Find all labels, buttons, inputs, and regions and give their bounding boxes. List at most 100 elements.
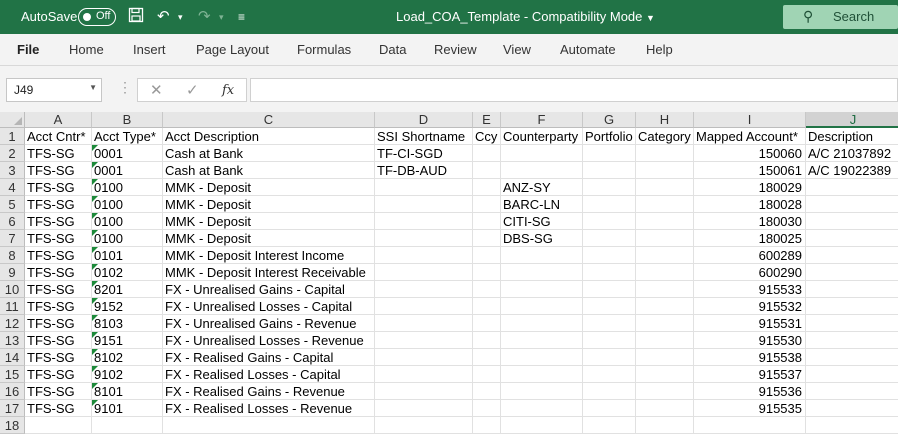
cell-g7[interactable] <box>583 230 636 247</box>
cell-a10[interactable]: TFS-SG <box>25 281 92 298</box>
cell-i6[interactable]: 180030 <box>694 213 806 230</box>
cell-f14[interactable] <box>501 349 583 366</box>
cell-d12[interactable] <box>375 315 473 332</box>
row-header-9[interactable]: 9 <box>0 264 25 281</box>
undo-dropdown-icon[interactable]: ▾ <box>178 7 183 27</box>
cell-b14[interactable]: 8102 <box>92 349 163 366</box>
cell-d2[interactable]: TF-CI-SGD <box>375 145 473 162</box>
cell-d4[interactable] <box>375 179 473 196</box>
cell-d5[interactable] <box>375 196 473 213</box>
cell-h4[interactable] <box>636 179 694 196</box>
cell-h13[interactable] <box>636 332 694 349</box>
cell-a15[interactable]: TFS-SG <box>25 366 92 383</box>
cell-e4[interactable] <box>473 179 501 196</box>
cell-e14[interactable] <box>473 349 501 366</box>
column-header-g[interactable]: G <box>583 112 636 128</box>
tab-file[interactable]: File <box>17 42 39 57</box>
cell-j5[interactable] <box>806 196 898 213</box>
column-header-f[interactable]: F <box>501 112 583 128</box>
cell-h15[interactable] <box>636 366 694 383</box>
cell-e13[interactable] <box>473 332 501 349</box>
cell-j13[interactable] <box>806 332 898 349</box>
cell-g2[interactable] <box>583 145 636 162</box>
cell-f8[interactable] <box>501 247 583 264</box>
cell-a14[interactable]: TFS-SG <box>25 349 92 366</box>
cell-f4[interactable]: ANZ-SY <box>501 179 583 196</box>
cell-g8[interactable] <box>583 247 636 264</box>
cell-h5[interactable] <box>636 196 694 213</box>
cell-i10[interactable]: 915533 <box>694 281 806 298</box>
enter-icon[interactable]: ✓ <box>186 81 199 99</box>
row-header-8[interactable]: 8 <box>0 247 25 264</box>
cell-d13[interactable] <box>375 332 473 349</box>
tab-view[interactable]: View <box>503 42 531 57</box>
cell-g17[interactable] <box>583 400 636 417</box>
cell-i4[interactable]: 180029 <box>694 179 806 196</box>
cell-c6[interactable]: MMK - Deposit <box>163 213 375 230</box>
cell-b2[interactable]: 0001 <box>92 145 163 162</box>
row-header-16[interactable]: 16 <box>0 383 25 400</box>
row-header-6[interactable]: 6 <box>0 213 25 230</box>
cell-c15[interactable]: FX - Realised Losses - Capital <box>163 366 375 383</box>
tab-formulas[interactable]: Formulas <box>297 42 351 57</box>
cell-d7[interactable] <box>375 230 473 247</box>
name-box[interactable]: J49 ▼ <box>6 78 102 102</box>
cell-b15[interactable]: 9102 <box>92 366 163 383</box>
row-header-15[interactable]: 15 <box>0 366 25 383</box>
cell-j15[interactable] <box>806 366 898 383</box>
cell-g16[interactable] <box>583 383 636 400</box>
row-header-1[interactable]: 1 <box>0 128 25 145</box>
cell-c18[interactable] <box>163 417 375 434</box>
cancel-icon[interactable]: ✕ <box>150 81 163 99</box>
cell-f7[interactable]: DBS-SG <box>501 230 583 247</box>
cell-h10[interactable] <box>636 281 694 298</box>
cell-d11[interactable] <box>375 298 473 315</box>
cell-j17[interactable] <box>806 400 898 417</box>
cell-a1[interactable]: Acct Cntr* <box>25 128 92 145</box>
cell-h17[interactable] <box>636 400 694 417</box>
cell-c5[interactable]: MMK - Deposit <box>163 196 375 213</box>
cell-h16[interactable] <box>636 383 694 400</box>
cell-b11[interactable]: 9152 <box>92 298 163 315</box>
cell-j7[interactable] <box>806 230 898 247</box>
cell-b4[interactable]: 0100 <box>92 179 163 196</box>
cell-d10[interactable] <box>375 281 473 298</box>
cell-i12[interactable]: 915531 <box>694 315 806 332</box>
formula-bar-grip-icon[interactable]: ⋮ <box>118 79 132 96</box>
column-header-c[interactable]: C <box>163 112 375 128</box>
cell-a16[interactable]: TFS-SG <box>25 383 92 400</box>
cell-e3[interactable] <box>473 162 501 179</box>
cell-f18[interactable] <box>501 417 583 434</box>
redo-icon[interactable]: ↷ <box>198 7 211 27</box>
cell-e1[interactable]: Ccy <box>473 128 501 145</box>
cell-c9[interactable]: MMK - Deposit Interest Receivable <box>163 264 375 281</box>
cell-a11[interactable]: TFS-SG <box>25 298 92 315</box>
cell-a3[interactable]: TFS-SG <box>25 162 92 179</box>
cell-f9[interactable] <box>501 264 583 281</box>
document-title[interactable]: Load_COA_Template - Compatibility Mode ▼ <box>396 9 655 24</box>
cell-f12[interactable] <box>501 315 583 332</box>
name-box-dropdown-icon[interactable]: ▼ <box>89 83 97 92</box>
cell-c12[interactable]: FX - Unrealised Gains - Revenue <box>163 315 375 332</box>
cell-c2[interactable]: Cash at Bank <box>163 145 375 162</box>
cell-c1[interactable]: Acct Description <box>163 128 375 145</box>
cell-e9[interactable] <box>473 264 501 281</box>
cell-a13[interactable]: TFS-SG <box>25 332 92 349</box>
cell-c17[interactable]: FX - Realised Losses - Revenue <box>163 400 375 417</box>
cell-g18[interactable] <box>583 417 636 434</box>
row-header-13[interactable]: 13 <box>0 332 25 349</box>
tab-home[interactable]: Home <box>69 42 104 57</box>
tab-page-layout[interactable]: Page Layout <box>196 42 269 57</box>
cell-e16[interactable] <box>473 383 501 400</box>
cell-h7[interactable] <box>636 230 694 247</box>
cell-g9[interactable] <box>583 264 636 281</box>
cell-a7[interactable]: TFS-SG <box>25 230 92 247</box>
tab-data[interactable]: Data <box>379 42 406 57</box>
cell-g15[interactable] <box>583 366 636 383</box>
cell-b1[interactable]: Acct Type* <box>92 128 163 145</box>
cell-c10[interactable]: FX - Unrealised Gains - Capital <box>163 281 375 298</box>
cell-a12[interactable]: TFS-SG <box>25 315 92 332</box>
column-header-a[interactable]: A <box>25 112 92 128</box>
cell-e18[interactable] <box>473 417 501 434</box>
row-header-3[interactable]: 3 <box>0 162 25 179</box>
